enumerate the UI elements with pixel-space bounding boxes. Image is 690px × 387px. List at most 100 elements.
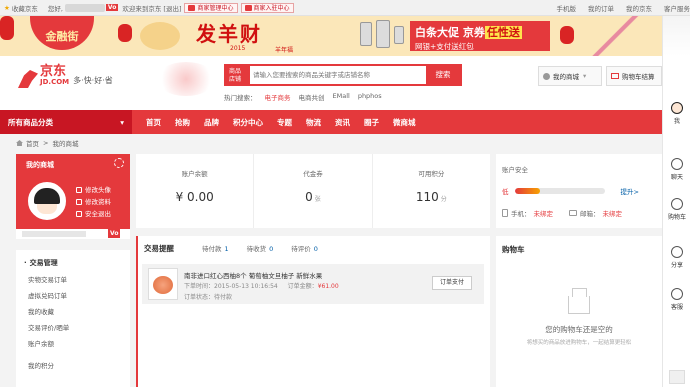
header: 京东JD.COM 多·快·好·省 商品 店铺 搜索 热门搜索： 电子商务 电商共… — [0, 56, 662, 110]
empty-cart-icon — [568, 288, 590, 314]
favorite-link[interactable]: 收藏京东 — [12, 3, 38, 13]
stat-label: 可用积分 — [418, 170, 445, 178]
sidebar-chat[interactable]: 聊天 — [663, 158, 690, 181]
account-security: 账户安全 低 提升> 手机： 未绑定 邮箱： 未绑定 — [496, 154, 662, 228]
nav-item-topics[interactable]: 专题 — [277, 117, 292, 128]
cart-button[interactable]: 购物车结算 — [606, 66, 662, 86]
share-icon — [671, 246, 683, 258]
search-input[interactable] — [250, 66, 426, 84]
menu-item-virtual-orders[interactable]: 虚拟兑码订单 — [16, 288, 130, 304]
breadcrumb-home[interactable]: 首页 — [26, 138, 39, 148]
sidebar-cart[interactable]: 购物车 — [663, 198, 690, 221]
my-mall-dropdown[interactable]: 我的商城 ▾ — [538, 66, 602, 86]
order-state-label: 订单状态： — [184, 294, 215, 301]
stat-value: 0 — [305, 190, 313, 204]
my-jd-link[interactable]: 我的京东 — [626, 3, 652, 13]
sidebar-me[interactable]: 我 — [663, 102, 690, 125]
stat-value: 110 — [415, 190, 439, 204]
vip-badge: Vo — [105, 4, 119, 11]
nav-item-brand[interactable]: 品牌 — [204, 117, 219, 128]
phone-image — [360, 22, 372, 46]
menu-item-balance[interactable]: 账户余额 — [16, 336, 130, 352]
merchant-admin-button[interactable]: 商家管理中心 — [184, 2, 238, 13]
nav-item-home[interactable]: 首页 — [146, 117, 161, 128]
menu-item-favorites[interactable]: 我的收藏 — [16, 304, 130, 320]
qr-code-icon[interactable] — [669, 370, 685, 384]
nav-item-logistics[interactable]: 物流 — [306, 117, 321, 128]
avatar[interactable] — [28, 182, 66, 220]
star-icon[interactable]: ★ — [4, 4, 10, 12]
trade-reminders-title: 交易提醒 — [144, 243, 174, 253]
cart-icon — [671, 198, 683, 210]
edit-profile-link[interactable]: 修改资料 — [76, 196, 111, 208]
lantern-icon — [118, 24, 132, 42]
nav-item-news[interactable]: 资讯 — [335, 117, 350, 128]
product-thumbnail[interactable] — [148, 268, 178, 300]
stat-vouchers[interactable]: 代金券 0张 — [254, 154, 373, 228]
profile-title: 我的商城 — [26, 161, 54, 169]
hot-search-item[interactable]: 电商共创 — [299, 92, 325, 102]
nav-item-wechat-mall[interactable]: 微商城 — [393, 117, 416, 128]
tab-pending-payment[interactable]: 待付款 1 — [202, 243, 229, 253]
gear-icon[interactable] — [114, 158, 124, 168]
mobile-link[interactable]: 手机版 — [557, 3, 577, 13]
slogan: 多·快·好·省 — [73, 76, 113, 85]
hot-search-item[interactable]: 电子商务 — [265, 92, 291, 102]
all-categories-label: 所有商品分类 — [8, 117, 53, 127]
headset-icon — [671, 288, 683, 300]
order-amount-label: 订单金额： — [287, 283, 318, 290]
tab-pending-review[interactable]: 待评价 0 — [291, 243, 318, 253]
logo-sub: JD.COM — [40, 78, 70, 86]
profile-username-row: Vo — [16, 229, 130, 239]
promo-banner[interactable]: 金融街 发羊财 2015 羊年福 白条大促 京券 任性送 网银+支付送红包 — [0, 16, 662, 56]
search-scope-tag[interactable]: 商品 店铺 — [226, 66, 250, 84]
logout-link[interactable]: 安全退出 — [76, 208, 111, 220]
phone-bind-status[interactable]: 未绑定 — [534, 208, 554, 218]
stat-unit: 分 — [440, 196, 447, 203]
header-decoration — [156, 62, 216, 96]
sidebar-service[interactable]: 客服 — [663, 288, 690, 311]
edit-avatar-link[interactable]: 修改头像 — [76, 184, 111, 196]
menu-item-my-points[interactable]: 我的积分 — [16, 352, 130, 370]
upgrade-security-link[interactable]: 提升> — [621, 186, 639, 196]
stat-value: ¥ 0.00 — [175, 190, 214, 204]
edit-icon — [76, 199, 82, 205]
sidebar-share[interactable]: 分享 — [663, 246, 690, 269]
lantern-icon — [560, 26, 574, 44]
phone-image — [394, 26, 404, 44]
nav-item-points[interactable]: 积分中心 — [233, 117, 263, 128]
hot-search-item[interactable]: EMall — [333, 92, 350, 102]
email-bind-status[interactable]: 未绑定 — [603, 208, 623, 218]
order-amount: ¥61.00 — [317, 283, 339, 290]
stat-balance[interactable]: 账户余额 ¥ 0.00 — [136, 154, 255, 228]
trade-reminders: 交易提醒 待付款 1 待收货 0 待评价 0 南非进口红心西柚8个 葡萄柚文旦柚子 新… — [136, 236, 490, 387]
stat-points[interactable]: 可用积分 110 分 — [373, 154, 490, 228]
order-pay-button[interactable]: 订单支付 — [432, 276, 472, 290]
vip-badge: Vo — [108, 229, 121, 238]
email-label: 邮箱： — [580, 210, 600, 218]
merchant-join-button[interactable]: 商家入驻中心 — [240, 2, 294, 13]
profile-card: 我的商城 修改头像 修改资料 安全退出 — [16, 154, 130, 236]
right-sidebar: 我 聊天 购物车 分享 客服 — [662, 16, 690, 387]
hot-search-item[interactable]: phphos — [358, 92, 382, 102]
my-orders-link[interactable]: 我的订单 — [588, 3, 614, 13]
security-progress-bar — [514, 188, 605, 194]
jd-logo[interactable]: 京东 JD.COM 多·快·好·省 — [18, 65, 113, 88]
nav-item-flash-sale[interactable]: 抢购 — [175, 117, 190, 128]
menu-section-trade: 交易管理 — [16, 250, 130, 272]
my-mall-label: 我的商城 — [553, 73, 579, 81]
product-name[interactable]: 南非进口红心西柚8个 葡萄柚文旦柚子 新鲜水果 — [184, 270, 322, 280]
store-icon — [244, 4, 252, 11]
search-button[interactable]: 搜索 — [426, 66, 460, 84]
menu-item-reviews[interactable]: 交易评价/晒单 — [16, 320, 130, 336]
welcome-text[interactable]: 欢迎来到京东 [退出] — [122, 3, 181, 13]
tab-pending-receipt[interactable]: 待收货 0 — [247, 243, 274, 253]
nav-item-circle[interactable]: 圈子 — [364, 117, 379, 128]
all-categories-button[interactable]: 所有商品分类 ▾ — [0, 110, 132, 134]
promo-box: 白条大促 京券 任性送 网银+支付送红包 — [410, 21, 550, 51]
chevron-down-icon: ▾ — [583, 72, 587, 80]
stat-unit: 张 — [314, 196, 321, 203]
breadcrumb-current: 我的商城 — [52, 140, 79, 148]
menu-item-physical-orders[interactable]: 实物交易订单 — [16, 272, 130, 288]
customer-service-link[interactable]: 客户服务 — [664, 3, 690, 13]
